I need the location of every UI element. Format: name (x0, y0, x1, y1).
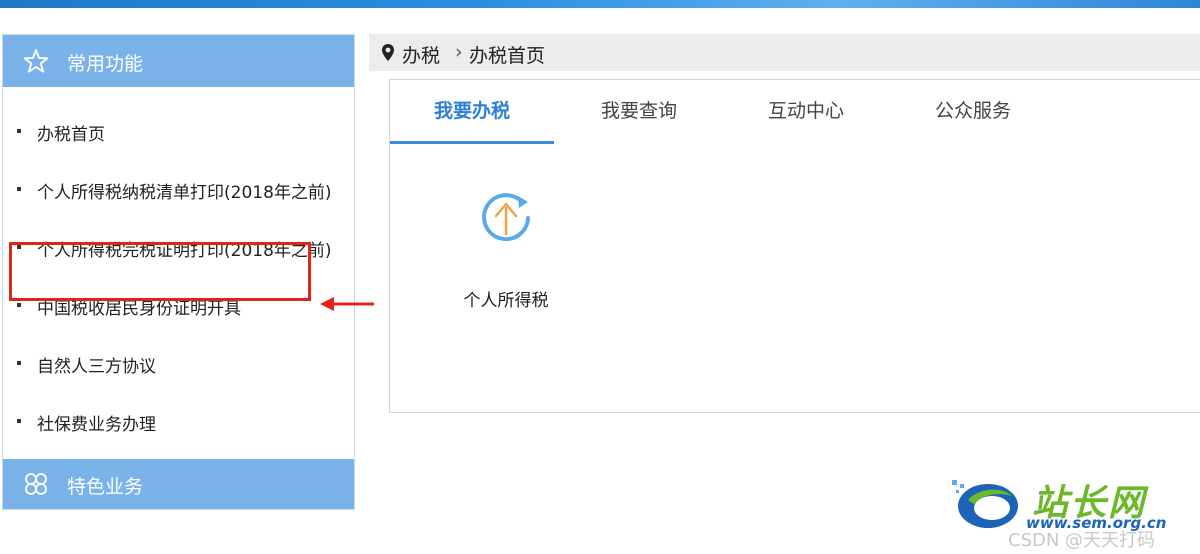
sidebar-item-label: 办税首页 (37, 125, 105, 145)
bullet-icon (17, 187, 21, 191)
sidebar-item-social-insurance[interactable]: 社保费业务办理 (3, 401, 354, 441)
main-panel: 我要办税 我要查询 互动中心 公众服务 个人所得税 (389, 79, 1200, 413)
top-banner-strip (0, 0, 1200, 8)
watermark-logo: 站长网 www.sem.org.cn CSDN @天天打码 (948, 474, 1200, 554)
sidebar-item-tax-home[interactable]: 办税首页 (3, 111, 354, 151)
service-label: 个人所得税 (463, 291, 549, 311)
watermark-credit: CSDN @天天打码 (1008, 530, 1156, 551)
service-individual-income-tax[interactable]: 个人所得税 (450, 190, 562, 311)
bullet-icon (17, 303, 21, 307)
sidebar-header-label: 常用功能 (67, 53, 144, 75)
breadcrumb-current: 办税首页 (469, 45, 546, 67)
tab-do-tax[interactable]: 我要办税 (390, 80, 554, 144)
sidebar-item-label: 自然人三方协议 (37, 357, 156, 377)
annotation-arrow-icon (320, 297, 374, 311)
site-emblem-icon (952, 480, 1018, 528)
annotation-highlight-box (9, 242, 311, 301)
bullet-icon (17, 419, 21, 423)
individual-tax-icon (482, 193, 530, 242)
tab-public-service[interactable]: 公众服务 (891, 80, 1055, 144)
tab-interaction-center[interactable]: 互动中心 (724, 80, 888, 144)
sidebar-footer-special-business[interactable]: 特色业务 (3, 459, 354, 509)
tab-bar: 我要办税 我要查询 互动中心 公众服务 (390, 80, 1200, 144)
sidebar-item-label: 社保费业务办理 (37, 415, 156, 435)
bullet-icon (17, 361, 21, 365)
sidebar-footer-label: 特色业务 (67, 476, 144, 498)
sidebar-header-common-functions[interactable]: 常用功能 (3, 35, 354, 87)
breadcrumb: 办税 › 办税首页 (369, 34, 1200, 71)
sidebar-item-tripartite-agreement[interactable]: 自然人三方协议 (3, 343, 354, 383)
clover-grid-icon (25, 473, 47, 495)
breadcrumb-separator: › (455, 41, 463, 63)
sidebar-item-label: 个人所得税纳税清单打印(2018年之前) (37, 183, 332, 203)
tab-query[interactable]: 我要查询 (557, 80, 721, 144)
location-pin-icon (382, 44, 394, 61)
sidebar-item-tax-list-print[interactable]: 个人所得税纳税清单打印(2018年之前) (3, 169, 354, 209)
star-icon (23, 49, 49, 73)
breadcrumb-root[interactable]: 办税 (402, 41, 440, 68)
bullet-icon (17, 129, 21, 133)
